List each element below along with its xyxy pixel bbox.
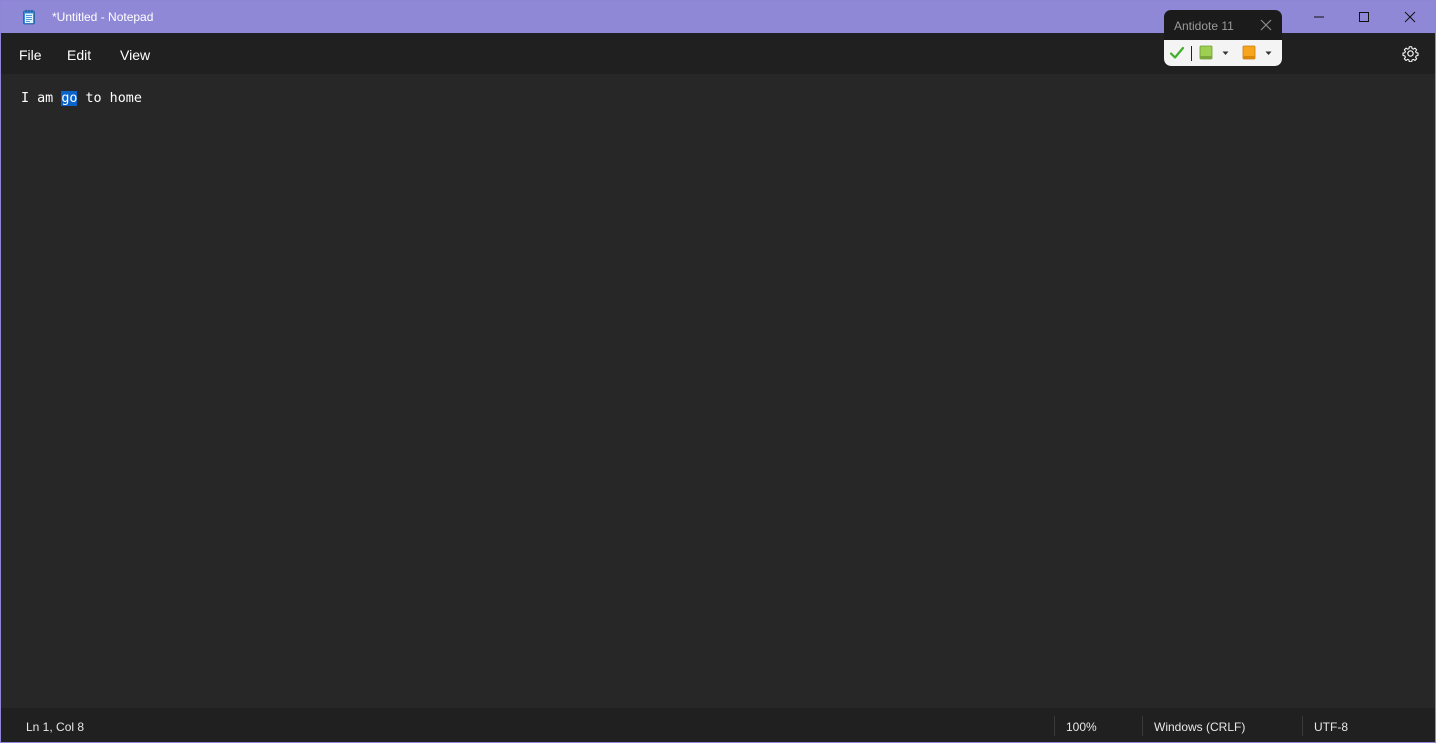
toolbar-divider (1191, 46, 1192, 61)
window-title: *Untitled - Notepad (52, 10, 154, 24)
text-editor[interactable]: I am go to home (1, 74, 1435, 708)
close-icon[interactable] (1260, 19, 1272, 31)
minimize-icon (1314, 16, 1324, 18)
status-divider (1054, 716, 1055, 736)
minimize-button[interactable] (1296, 1, 1342, 33)
maximize-icon (1359, 12, 1369, 22)
status-bar: Ln 1, Col 8 100% Windows (CRLF) UTF-8 (1, 708, 1435, 742)
text-after: to home (77, 91, 142, 106)
notepad-icon (23, 9, 35, 25)
antidote-buttons (1164, 40, 1282, 66)
cursor-position: Ln 1, Col 8 (26, 720, 85, 734)
zoom-level[interactable]: 100% (1066, 720, 1097, 734)
editor-content[interactable]: I am go to home (21, 91, 142, 107)
chevron-down-icon[interactable] (1265, 51, 1272, 56)
menu-file[interactable]: File (19, 47, 42, 63)
maximize-button[interactable] (1341, 1, 1387, 33)
notepad-window: *Untitled - Notepad File Edit View I am … (0, 0, 1436, 743)
status-divider (1302, 716, 1303, 736)
encoding[interactable]: UTF-8 (1314, 720, 1348, 734)
menu-edit[interactable]: Edit (67, 47, 91, 63)
text-before: I am (21, 91, 62, 106)
checkmark-icon[interactable] (1169, 45, 1185, 61)
selected-text: go (61, 91, 78, 106)
close-icon (1404, 11, 1416, 23)
green-book-icon[interactable] (1199, 45, 1213, 60)
antidote-toolbar[interactable]: Antidote 11 (1164, 10, 1282, 66)
antidote-title: Antidote 11 (1174, 19, 1234, 33)
status-divider (1142, 716, 1143, 736)
menu-view[interactable]: View (120, 47, 150, 63)
chevron-down-icon[interactable] (1222, 51, 1229, 56)
line-endings[interactable]: Windows (CRLF) (1154, 720, 1245, 734)
gear-icon[interactable] (1402, 45, 1419, 62)
orange-book-icon[interactable] (1242, 45, 1256, 60)
close-button[interactable] (1387, 1, 1433, 33)
